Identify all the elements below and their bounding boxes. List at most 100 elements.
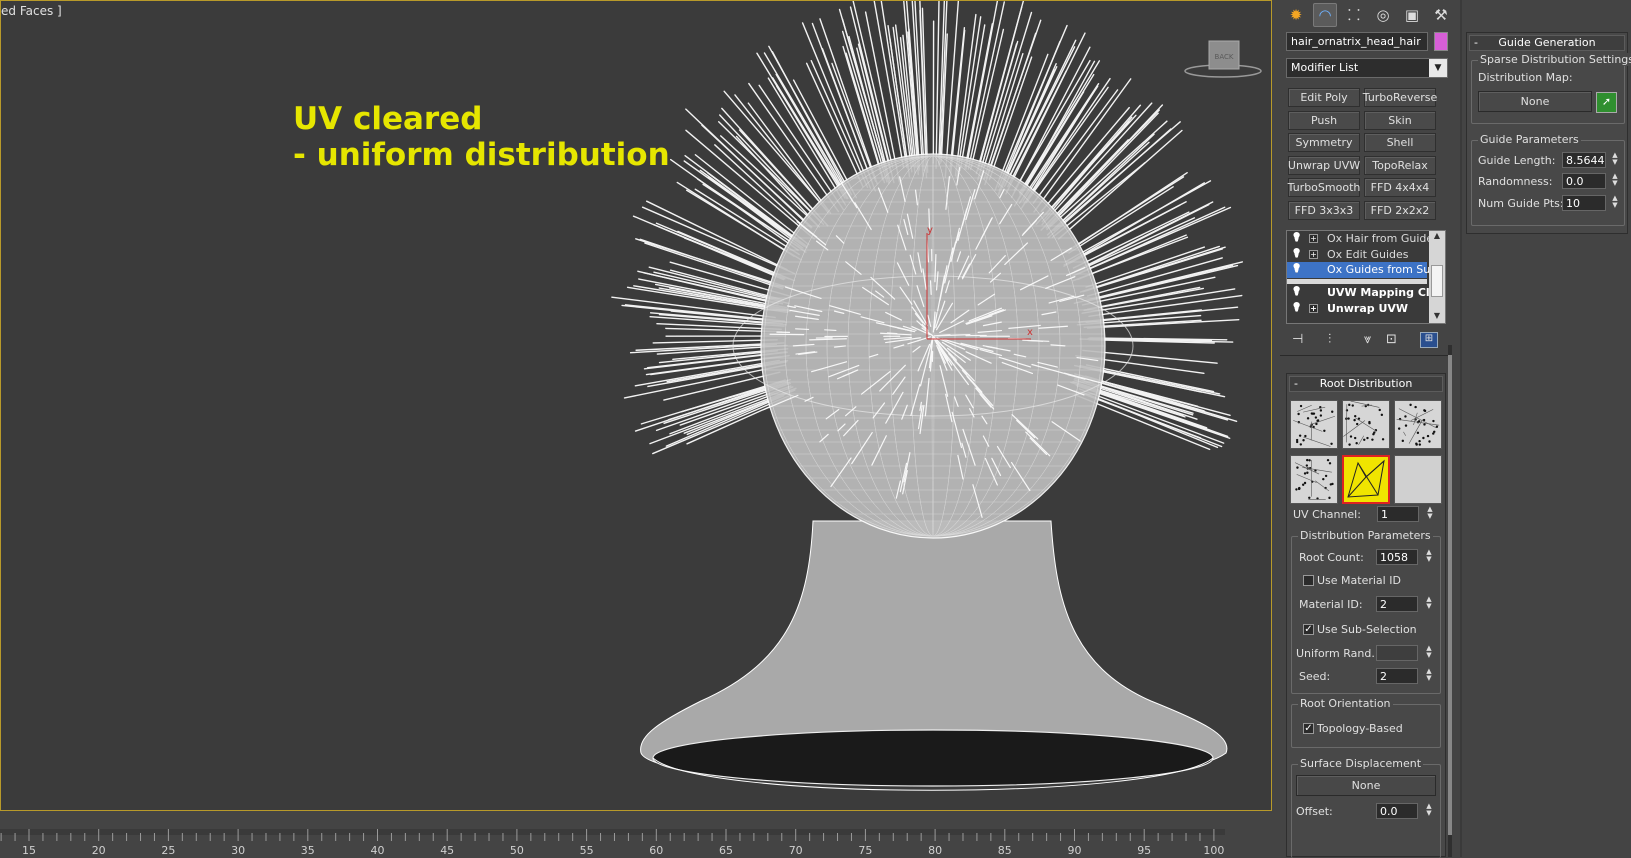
object-name-field[interactable]: hair_ornatrix_head_hair	[1286, 32, 1428, 51]
modifier-button-ffd-4x4x4[interactable]: FFD 4x4x4	[1364, 178, 1436, 197]
modifier-button-push[interactable]: Push	[1288, 111, 1360, 130]
modifier-button-skin[interactable]: Skin	[1364, 111, 1436, 130]
lightbulb-icon[interactable]: 💡	[1291, 287, 1302, 297]
uv-channel-spinner-icon[interactable]: ▲▼	[1425, 506, 1435, 522]
guide-generation-header[interactable]: - Guide Generation	[1469, 35, 1625, 51]
remove-modifier-icon[interactable]: ⊡	[1386, 332, 1397, 347]
modifier-button-shell[interactable]: Shell	[1364, 133, 1436, 152]
distribution-thumb-random-area[interactable]	[1342, 400, 1390, 449]
modifier-stack-scrollbar[interactable]: ▲ ▼	[1429, 231, 1445, 323]
expand-icon[interactable]: +	[1309, 304, 1318, 313]
expand-icon[interactable]: +	[1309, 234, 1318, 243]
modify-tab[interactable]: ◠	[1313, 3, 1337, 27]
root-count-input[interactable]: 1058	[1376, 549, 1418, 565]
offset-input[interactable]: 0.0	[1376, 803, 1418, 819]
timeline-tick-label: 75	[858, 844, 872, 857]
modifier-button-unwrap-uvw[interactable]: Unwrap UVW	[1288, 156, 1360, 175]
surface-displacement-map-button[interactable]: None	[1296, 775, 1436, 796]
lightbulb-icon[interactable]: 💡	[1291, 264, 1302, 274]
hierarchy-tab[interactable]: ⸬	[1342, 3, 1366, 27]
distribution-thumb-vertex[interactable]	[1394, 455, 1442, 504]
stack-item[interactable]: 💡UVW Mapping Cle	[1287, 285, 1427, 301]
root-count-spinner-icon[interactable]: ▲▼	[1424, 549, 1434, 565]
seed-spinner-icon[interactable]: ▲▼	[1424, 668, 1434, 684]
viewcube-face-label: BACK	[1215, 53, 1234, 61]
guide-length-spinner-icon[interactable]: ▲▼	[1610, 152, 1620, 168]
num-guide-pts-spinner-icon[interactable]: ▲▼	[1610, 195, 1620, 211]
modifier-stack[interactable]: 💡+Ox Hair from Guides💡+Ox Edit Guides💡Ox…	[1286, 230, 1446, 324]
uniform-rand-spinner-icon[interactable]: ▲▼	[1424, 645, 1434, 661]
uv-channel-input[interactable]: 1	[1377, 506, 1419, 522]
randomness-input[interactable]: 0.0	[1562, 173, 1606, 189]
display-monitor-icon: ▣	[1405, 6, 1419, 24]
offset-spinner-icon[interactable]: ▲▼	[1424, 803, 1434, 819]
topology-based-checkbox[interactable]: ✓	[1303, 723, 1314, 734]
guide-length-input[interactable]: 8.56445	[1562, 152, 1606, 168]
modifier-button-edit-poly[interactable]: Edit Poly	[1288, 88, 1360, 107]
axis-y-label: y	[927, 225, 933, 236]
stack-item[interactable]: 💡Ox Guides from Surf	[1287, 262, 1427, 278]
modifier-button-turboreverse[interactable]: TurboReverse	[1364, 88, 1436, 107]
distribution-thumb-random-face[interactable]	[1290, 400, 1338, 449]
object-color-swatch[interactable]	[1434, 32, 1448, 51]
use-material-id-checkbox[interactable]	[1303, 575, 1314, 586]
scroll-up-icon[interactable]: ▲	[1429, 231, 1445, 243]
scroll-down-icon[interactable]: ▼	[1429, 311, 1445, 323]
randomness-spinner-icon[interactable]: ▲▼	[1610, 173, 1620, 189]
randomness-label: Randomness:	[1478, 175, 1552, 188]
timeline-tick-label: 40	[371, 844, 385, 857]
stack-separator	[1287, 279, 1427, 284]
pin-stack-icon[interactable]: ⊣	[1292, 332, 1303, 347]
timeline-tick-label: 35	[301, 844, 315, 857]
expand-icon[interactable]: +	[1309, 250, 1318, 259]
seed-input[interactable]: 2	[1376, 668, 1418, 684]
stack-item-label: Ox Guides from Surf	[1327, 263, 1439, 276]
viewcube[interactable]: BACK	[1181, 37, 1265, 79]
timeline-tick-label: 90	[1068, 844, 1082, 857]
utilities-tab[interactable]: ⚒	[1429, 3, 1453, 27]
command-panel-scroll-thumb[interactable]	[1448, 355, 1452, 835]
create-tab[interactable]: ✹	[1284, 3, 1308, 27]
motion-tab[interactable]: ◎	[1371, 3, 1395, 27]
distribution-thumb-even[interactable]	[1290, 455, 1338, 504]
root-distribution-header[interactable]: - Root Distribution	[1289, 376, 1443, 392]
modifier-button-turbosmooth[interactable]: TurboSmooth	[1288, 178, 1360, 197]
stack-item[interactable]: 💡+Ox Edit Guides	[1287, 247, 1427, 263]
dropdown-arrow-icon[interactable]: ▼	[1429, 59, 1447, 77]
stack-item[interactable]: 💡+Ox Hair from Guides	[1287, 231, 1427, 247]
modifier-button-ffd-2x2x2[interactable]: FFD 2x2x2	[1364, 201, 1436, 220]
make-unique-icon[interactable]: ⩔	[1364, 332, 1371, 347]
distribution-thumb-random-uv[interactable]	[1394, 400, 1442, 449]
timeline-tick-label: 20	[92, 844, 106, 857]
command-panel-scrollbar[interactable]	[1448, 345, 1452, 857]
material-id-input[interactable]: 2	[1376, 596, 1418, 612]
modifier-list-dropdown[interactable]: Modifier List ▼	[1286, 58, 1448, 78]
show-end-result-icon[interactable]: ⫶	[1328, 332, 1331, 347]
root-count-label: Root Count:	[1299, 551, 1364, 564]
timeline-tick-label: 30	[231, 844, 245, 857]
modifier-button-toporelax[interactable]: TopoRelax	[1364, 156, 1436, 175]
scroll-thumb[interactable]	[1431, 265, 1443, 297]
modifier-button-ffd-3x3x3[interactable]: FFD 3x3x3	[1288, 201, 1360, 220]
collapse-icon: -	[1294, 377, 1298, 391]
display-tab[interactable]: ▣	[1400, 3, 1424, 27]
configure-modifier-sets-icon[interactable]: ⊞	[1420, 332, 1438, 348]
material-id-spinner-icon[interactable]: ▲▼	[1424, 596, 1434, 612]
stack-item[interactable]: 💡+Unwrap UVW	[1287, 301, 1427, 317]
distribution-map-button[interactable]: None	[1478, 91, 1592, 112]
lightbulb-icon[interactable]: 💡	[1291, 233, 1302, 243]
modifier-button-symmetry[interactable]: Symmetry	[1288, 133, 1360, 152]
viewport-label[interactable]: ed Faces ]	[1, 4, 62, 18]
perspective-viewport[interactable]: y x ed Faces ] UV cleared - uniform dist…	[0, 0, 1272, 811]
time-slider-track[interactable]: 1520253035404550556065707580859095100	[0, 811, 1272, 857]
num-guide-pts-input[interactable]: 10	[1562, 195, 1606, 211]
lightbulb-icon[interactable]: 💡	[1291, 249, 1302, 259]
timeline-tick-label: 25	[161, 844, 175, 857]
lightbulb-icon[interactable]: 💡	[1291, 303, 1302, 313]
timeline-tick-label: 85	[998, 844, 1012, 857]
map-picker-icon[interactable]: ➚	[1596, 92, 1617, 113]
use-subselection-checkbox[interactable]: ✓	[1303, 624, 1314, 635]
distribution-thumb-uniform-selected[interactable]	[1342, 455, 1390, 504]
guide-parameters-group: Guide Parameters Guide Length: 8.56445 ▲…	[1471, 140, 1625, 226]
uniform-rand-input[interactable]	[1376, 645, 1418, 661]
